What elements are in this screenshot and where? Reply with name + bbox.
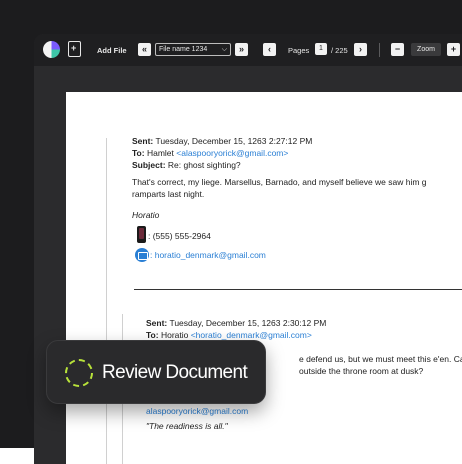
email1-contact-email: : horatio_denmark@gmail.com [150,250,266,262]
email1-contact-email-link[interactable]: : horatio_denmark@gmail.com [150,250,266,260]
email2-quote: "The readiness is all." [146,421,228,431]
zoom-in-button[interactable]: + [447,43,460,56]
email1-body-line2: ramparts last night. [132,189,205,199]
prev-page-button[interactable]: ‹ [263,43,276,56]
email1-to-email-link[interactable]: <alaspooryorick@gmail.com> [176,148,288,158]
email2-contact-email: alaspooryorick@gmail.com [146,406,248,418]
phone-icon [137,226,146,243]
email1-subject: Subject: Re: ghost sighting? [132,160,241,172]
email1-sent: Sent: Tuesday, December 15, 1263 2:27:12… [132,136,312,148]
email2-sent-label: Sent: [146,318,168,328]
email1-sent-value: Tuesday, December 15, 1263 2:27:12 PM [153,136,313,146]
email2-contact-email-link[interactable]: alaspooryorick@gmail.com [146,406,248,416]
app-logo-icon [43,41,60,58]
email2-to-label: To: [146,330,159,340]
email1-signature: Horatio [132,210,160,220]
chevron-down-icon: ⌵ [221,46,227,53]
first-file-button[interactable]: « [138,43,151,56]
email1-sent-label: Sent: [132,136,154,146]
review-document-badge[interactable]: Review Document [46,340,266,404]
add-file-button[interactable]: Add File [97,46,127,55]
email1-phone: : (555) 555-2964 [148,231,211,241]
email1-to: To: Hamlet <alaspooryorick@gmail.com> [132,148,288,160]
zoom-out-button[interactable]: − [391,43,404,56]
last-file-button[interactable]: » [235,43,248,56]
email1-to-name: Hamlet [144,148,177,158]
email2-sent-value: Tuesday, December 15, 1263 2:30:12 PM [167,318,327,328]
total-pages: / 225 [331,46,348,55]
quote-rule [106,138,107,464]
document-page: Sent: Tuesday, December 15, 1263 2:27:12… [66,92,462,464]
loading-circle-icon [65,359,93,387]
email1-body-line1: That's correct, my liege. Marsellus, Bar… [132,177,427,187]
email1-subject-value: Re: ghost sighting? [165,160,241,170]
review-document-label: Review Document [102,362,248,383]
email-divider [134,289,462,290]
file-select[interactable]: File name 1234 ⌵ [155,43,231,56]
email2-body-line2: outside the throne room at dusk? [299,366,424,376]
email2-to-email-link[interactable]: <horatio_denmark@gmail.com> [191,330,312,340]
email2-to-name: Horatio [158,330,191,340]
email2-body-line1: e defend us, but we must meet this e'en.… [299,354,462,364]
file-select-value: File name 1234 [159,46,208,53]
pages-label: Pages [288,46,310,55]
add-file-icon[interactable] [68,41,81,57]
next-page-button[interactable]: › [354,43,367,56]
toolbar: Add File « File name 1234 ⌵ » ‹ Pages 1 … [34,34,462,66]
toolbar-divider [379,43,380,57]
mail-icon [135,248,149,262]
email1-subject-label: Subject: [132,160,166,170]
email1-to-label: To: [132,148,145,158]
email2-sent: Sent: Tuesday, December 15, 1263 2:30:12… [146,318,326,330]
current-page-input[interactable]: 1 [315,43,327,55]
zoom-select[interactable]: Zoom [411,43,441,56]
